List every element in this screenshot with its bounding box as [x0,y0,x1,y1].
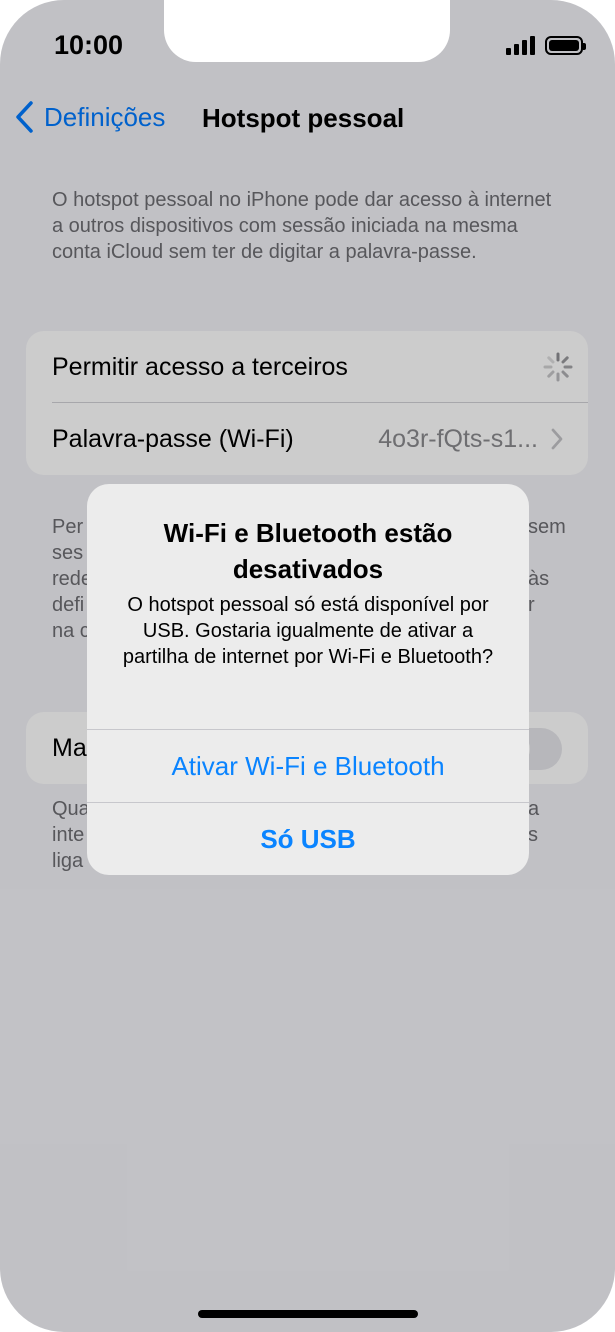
phone-screen: 10:00 Definições Hotspot pessoal O hotsp… [0,0,615,1332]
alert-message: O hotspot pessoal só está disponível por… [122,594,494,668]
enable-wifi-bluetooth-button[interactable]: Ativar Wi-Fi e Bluetooth [87,730,529,802]
home-indicator[interactable] [198,1310,418,1318]
notch [164,0,450,62]
status-icons [506,35,586,55]
alert-title: Wi-Fi e Bluetooth estão desativados [163,518,453,584]
status-time: 10:00 [54,30,124,60]
alert-dialog: Wi-Fi e Bluetooth estão desativados O ho… [87,484,529,875]
usb-only-button[interactable]: Só USB [87,803,529,875]
cellular-signal-icon [506,35,535,55]
battery-icon [545,35,586,55]
